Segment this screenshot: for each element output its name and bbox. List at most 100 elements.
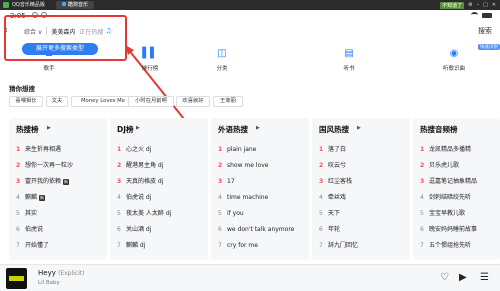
list-item-text: 叹云兮 <box>328 162 347 169</box>
list-item[interactable]: 3 富开我的依赖新 <box>16 176 104 188</box>
guess-chip[interactable]: 欢喜就好 <box>176 96 210 107</box>
list-item[interactable]: 5 天下 <box>319 208 407 220</box>
window-tab[interactable]: 酷狗音乐 <box>56 1 95 9</box>
heart-icon[interactable]: ♡ <box>440 272 449 284</box>
category-classify[interactable]: ◫ 分类 <box>202 47 242 72</box>
list-item[interactable]: 4 伯虎说 dj <box>117 192 205 204</box>
list-item-text: we don't talk anymore <box>227 226 295 233</box>
list-item[interactable]: 6 关山酒 dj <box>117 224 205 236</box>
app-window: QQ音乐精品版 酷狗音乐 不知道了 ⚙ – □ ✕ 2:05 ‹ 综合 ∨ 美美… <box>0 0 500 291</box>
search-button[interactable]: 搜索 <box>478 26 492 36</box>
list-item-text: 宝宝早教儿歌 <box>429 210 466 217</box>
rank-number: 4 <box>16 194 20 201</box>
play-icon[interactable]: ▶ <box>136 125 140 131</box>
rank-number: 7 <box>16 242 20 249</box>
list-item[interactable]: 1 龙凯精品多播精 <box>420 144 500 156</box>
category-recognize[interactable]: ◉ 听歌识曲 <box>434 47 474 72</box>
list-item-text: 来生折再相遇 <box>25 146 62 153</box>
rank-number: 5 <box>218 210 222 217</box>
list-item[interactable]: 7 开始懂了 <box>16 240 104 252</box>
category-singer[interactable]: ♟ 歌手 <box>29 47 69 72</box>
list-item-text: 富开我的依赖 <box>25 178 62 185</box>
category-label: 听书 <box>343 66 355 72</box>
list-item[interactable]: 5 宝宝早教儿歌 <box>420 208 500 220</box>
list-item[interactable]: 4 麒麟新 <box>16 192 104 204</box>
play-icon[interactable]: ▶ <box>256 125 260 131</box>
list-item[interactable]: 3 17 <box>218 176 306 188</box>
rank-number: 6 <box>218 226 222 233</box>
list-item[interactable]: 5 夜太美 人太醉 dj <box>117 208 205 220</box>
list-item[interactable]: 6 we don't talk anymore <box>218 224 306 236</box>
list-item[interactable]: 1 来生折再相遇 <box>16 144 104 156</box>
list-item[interactable]: 2 show me love <box>218 160 306 172</box>
status-pill[interactable]: 不知道了 <box>440 1 465 9</box>
tab-icon <box>62 2 66 6</box>
list-item[interactable]: 1 落了白 <box>319 144 407 156</box>
rank-number: 7 <box>319 242 323 249</box>
list-item[interactable]: 2 贝乐虎儿歌 <box>420 160 500 172</box>
chart-icon: ▌▌ <box>142 48 158 59</box>
list-item[interactable]: 7 五个惯组抢先听 <box>420 240 500 252</box>
play-icon[interactable]: ▶ <box>357 125 361 131</box>
maximize-icon[interactable]: □ <box>483 2 488 8</box>
list-item-text: 开始懂了 <box>25 242 50 249</box>
list-item[interactable]: 2 叹云兮 <box>319 160 407 172</box>
window-tab-title: 酷狗音乐 <box>68 2 89 8</box>
album-cover[interactable] <box>6 268 27 289</box>
playlist-icon[interactable]: ☰ <box>480 272 489 284</box>
list-item[interactable]: 1 plain jane <box>218 144 306 156</box>
hot-search-panel: 热搜榜 ▶ 1 来生折再相遇 2 想你一次再一粒沙 3 富开我的依赖新 4 麒麟新 5其… <box>9 118 107 260</box>
list-item-text: 年轮 <box>328 226 341 233</box>
app-title: QQ音乐精品版 <box>12 2 45 8</box>
list-item-text: 五个惯组抢先听 <box>429 242 472 249</box>
mini-player[interactable]: Heyy (Explicit) Lil Baby ♡ ▶ ☰ <box>0 264 500 291</box>
guess-chip[interactable]: 文夫 <box>46 96 68 107</box>
player-subtitle: (Explicit) <box>58 270 85 277</box>
list-item-text: 麒麟 <box>25 194 38 201</box>
rank-number: 5 <box>420 210 424 217</box>
list-item[interactable]: 7 麒麟 dj <box>117 240 205 252</box>
panel-title: 外语热搜 <box>218 125 248 134</box>
list-item[interactable]: 4 剑刺结暗绞先听 <box>420 192 500 204</box>
play-icon[interactable]: ▶ <box>47 125 51 131</box>
list-item-text: 麒麟 dj <box>126 242 146 249</box>
list-item[interactable]: 5 if you <box>218 208 306 220</box>
list-item[interactable]: 6 晚安妈妈睡前故事 <box>420 224 500 236</box>
guess-chip[interactable]: Money Loves Me <box>71 96 135 107</box>
list-item[interactable]: 6 伯虎说 <box>16 224 104 236</box>
rank-number: 3 <box>218 178 223 185</box>
category-rank[interactable]: ▌▌ 排行榜 <box>130 47 170 72</box>
list-item[interactable]: 7 辞九门回忆 <box>319 240 407 252</box>
list-item-text: 关山酒 dj <box>126 226 152 233</box>
recognize-badge: 快速识别 <box>478 44 500 50</box>
minimize-icon[interactable]: – <box>477 2 480 8</box>
list-item[interactable]: 1 心之火 dj <box>117 144 205 156</box>
close-icon[interactable]: ✕ <box>492 2 496 8</box>
dj-panel: DJ榜 ▶ 1 心之火 dj 2 醒港男主角 dj 3 天真的格皮 dj 4 伯虎说 d… <box>110 118 208 260</box>
list-item-text: if you <box>227 210 244 217</box>
list-item[interactable]: 3 逗嘉笔记抽象精品 <box>420 176 500 188</box>
list-item[interactable]: 3 红尘客栈 <box>319 176 407 188</box>
rank-number: 3 <box>319 178 324 185</box>
rank-number: 2 <box>319 162 324 169</box>
list-item[interactable]: 2 想你一次再一粒沙 <box>16 160 104 172</box>
rank-number: 5 <box>319 210 323 217</box>
guess-title: 猜你想搜 <box>9 85 35 93</box>
list-item[interactable]: 5 其实 <box>16 208 104 220</box>
settings-icon[interactable]: ⚙ <box>468 2 472 8</box>
rank-number: 2 <box>16 162 21 169</box>
list-item-text: 醒港男主角 dj <box>126 162 164 169</box>
list-item[interactable]: 2 醒港男主角 dj <box>117 160 205 172</box>
list-item-text: 其实 <box>25 210 38 217</box>
guess-chip[interactable]: 王菲丽 <box>213 96 243 107</box>
play-icon[interactable]: ▶ <box>459 272 467 284</box>
list-item[interactable]: 4 牵丝戏 <box>319 192 407 204</box>
list-item[interactable]: 3 天真的格皮 dj <box>117 176 205 188</box>
guess-chip[interactable]: 小时在月前啊 <box>128 96 174 107</box>
list-item[interactable]: 7 cry for me <box>218 240 306 252</box>
category-label: 分类 <box>216 66 228 72</box>
list-item[interactable]: 4 time machine <box>218 192 306 204</box>
list-item[interactable]: 6 年轮 <box>319 224 407 236</box>
guess-chip[interactable]: 喜喂相长 <box>9 96 43 107</box>
category-audiobook[interactable]: ▤ 听书 <box>329 47 369 72</box>
